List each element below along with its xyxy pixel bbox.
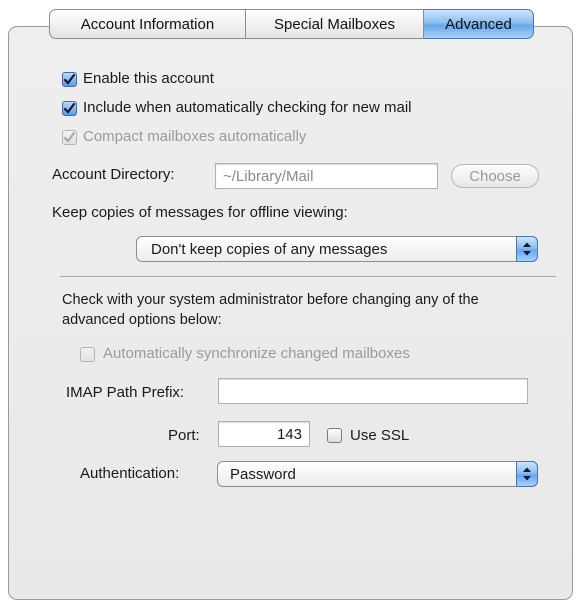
tab-advanced[interactable]: Advanced	[424, 9, 534, 39]
use-ssl-label: Use SSL	[350, 427, 410, 444]
port-label: Port:	[168, 427, 200, 444]
include-auto-check-label: Include when automatically checking for …	[83, 99, 412, 116]
tab-label: Account Information	[80, 15, 215, 33]
choose-button-label: Choose	[469, 167, 521, 185]
compact-mailboxes-checkbox	[62, 130, 77, 145]
enable-account-label: Enable this account	[83, 70, 214, 87]
checkmark-icon	[63, 131, 76, 143]
admin-warning-text: Check with your system administrator bef…	[62, 292, 479, 328]
auto-sync-checkbox	[80, 347, 95, 362]
port-field[interactable]	[218, 421, 310, 447]
checkmark-icon	[63, 73, 76, 85]
tab-bar: Account Information Special Mailboxes Ad…	[49, 9, 534, 39]
tab-special-mailboxes[interactable]: Special Mailboxes	[246, 9, 424, 39]
choose-button[interactable]: Choose	[451, 164, 539, 188]
offline-copies-popup[interactable]: Don't keep copies of any messages	[136, 236, 538, 262]
offline-copies-selected: Don't keep copies of any messages	[151, 240, 388, 258]
auto-sync-label: Automatically synchronize changed mailbo…	[103, 345, 410, 362]
popup-arrows-icon	[516, 236, 538, 262]
authentication-popup[interactable]: Password	[217, 461, 538, 487]
tab-account-information[interactable]: Account Information	[49, 9, 246, 39]
enable-account-checkbox[interactable]	[62, 72, 77, 87]
section-divider	[60, 276, 556, 277]
include-auto-check-checkbox[interactable]	[62, 101, 77, 116]
imap-prefix-field[interactable]	[218, 378, 528, 404]
tab-label: Advanced	[445, 15, 512, 33]
account-directory-label: Account Directory:	[52, 166, 175, 183]
use-ssl-checkbox[interactable]	[327, 428, 342, 443]
authentication-selected: Password	[230, 465, 296, 483]
compact-mailboxes-label: Compact mailboxes automatically	[83, 128, 307, 145]
account-directory-field[interactable]	[215, 163, 438, 189]
tab-label: Special Mailboxes	[274, 15, 395, 33]
popup-arrows-icon	[516, 461, 538, 487]
offline-copies-label: Keep copies of messages for offline view…	[52, 204, 348, 221]
checkmark-icon	[63, 102, 76, 114]
imap-prefix-label: IMAP Path Prefix:	[66, 384, 185, 401]
authentication-label: Authentication:	[80, 465, 180, 482]
